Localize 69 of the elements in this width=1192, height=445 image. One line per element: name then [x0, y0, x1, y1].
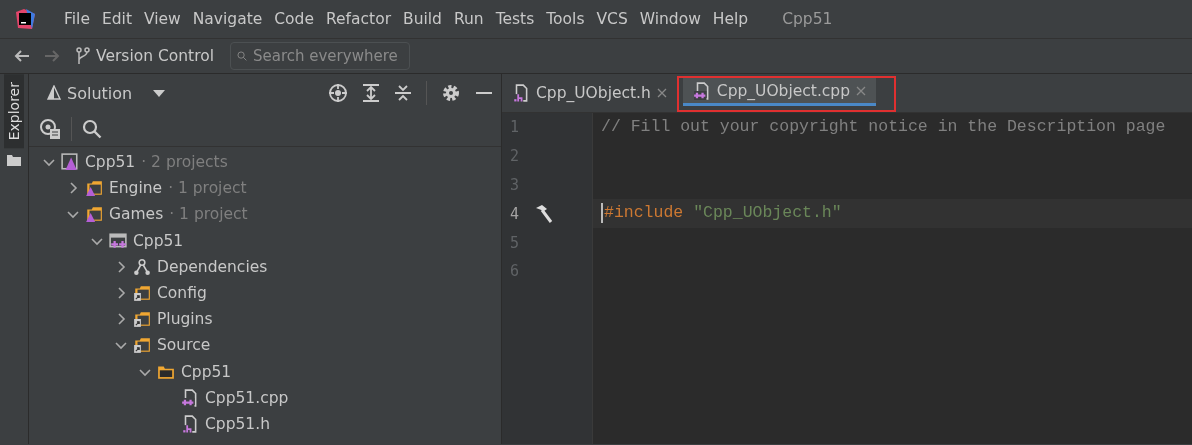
tree-item[interactable]: Cpp51 — [133, 231, 184, 250]
version-control-button[interactable]: Version Control — [96, 47, 214, 65]
linked-folder-icon — [133, 336, 151, 355]
menu-item[interactable]: Help — [706, 10, 755, 28]
cpp-file-icon — [692, 81, 711, 100]
tree-item[interactable]: Cpp51.cpp — [205, 388, 289, 407]
solution-icon — [61, 153, 79, 172]
expand-all-icon[interactable] — [362, 83, 380, 103]
tree-item[interactable]: Dependencies — [157, 257, 268, 276]
cpp-file-icon — [181, 388, 199, 407]
settings-icon[interactable] — [441, 83, 461, 103]
explorer-tab[interactable]: Explorer — [4, 74, 24, 149]
menu-item[interactable]: File — [58, 10, 96, 28]
menu-item[interactable]: Code — [268, 10, 320, 28]
header-file-icon — [512, 84, 530, 102]
line-number: 4 — [509, 204, 521, 223]
branch-icon — [76, 47, 90, 65]
tree-item[interactable]: Config — [157, 284, 207, 303]
expand-chevron-icon[interactable] — [115, 313, 127, 326]
project-folder-icon — [85, 205, 103, 224]
menu-item[interactable]: View — [137, 10, 187, 28]
dropdown-caret-icon — [152, 88, 167, 98]
project-count: · 1 project — [169, 205, 248, 224]
menu-item[interactable]: Edit — [95, 10, 138, 28]
expand-chevron-icon[interactable] — [115, 287, 127, 300]
menu-item[interactable]: Window — [633, 10, 707, 28]
menu-item[interactable]: VCS — [590, 10, 634, 28]
cpp-project-icon — [109, 231, 127, 250]
tree-item[interactable]: Games — [109, 205, 164, 224]
tree-item[interactable]: Cpp51.h — [205, 414, 270, 433]
search-icon[interactable] — [82, 119, 102, 139]
folder-icon[interactable] — [7, 154, 21, 167]
code-token: #include — [604, 203, 684, 223]
menu-item[interactable]: Run — [447, 10, 490, 28]
tree-item[interactable]: Plugins — [157, 310, 213, 329]
dependencies-icon — [133, 257, 151, 276]
linked-folder-icon — [133, 310, 151, 329]
code-token: // Fill out your copyright notice in the Description page — [601, 117, 1166, 136]
project-folder-icon — [85, 179, 103, 198]
menu-item[interactable]: Build — [397, 10, 448, 28]
file-tab[interactable]: Cpp_UObject.h — [502, 74, 677, 112]
project-count: · 2 projects — [141, 153, 228, 172]
menu-item[interactable]: Tools — [540, 10, 591, 28]
tree-item[interactable]: Cpp51 — [85, 153, 136, 172]
expand-chevron-icon[interactable] — [115, 260, 127, 273]
expand-chevron-icon[interactable] — [67, 182, 79, 195]
collapse-chevron-icon[interactable] — [115, 339, 127, 352]
locate-icon[interactable] — [328, 83, 348, 103]
code-token: "Cpp_UObject.h" — [693, 203, 842, 223]
show-files-icon[interactable] — [39, 118, 61, 140]
header-file-icon — [181, 414, 199, 433]
tree-item[interactable]: Cpp51 — [181, 362, 232, 381]
menu-item[interactable]: Refactor — [320, 10, 397, 28]
app-logo — [14, 8, 36, 30]
file-tab[interactable]: Cpp_UObject.cpp — [682, 78, 877, 106]
tree-item[interactable]: Engine — [109, 179, 163, 198]
tree-item[interactable]: Source — [157, 336, 211, 355]
menu-item[interactable]: Navigate — [186, 10, 269, 28]
project-title: Cpp51 — [782, 10, 833, 28]
menu-item[interactable]: Tests — [489, 10, 541, 28]
project-count: · 1 project — [168, 179, 247, 198]
collapse-chevron-icon[interactable] — [67, 208, 79, 221]
collapse-chevron-icon[interactable] — [43, 156, 55, 169]
collapse-all-icon[interactable] — [394, 83, 412, 103]
view-selector[interactable]: Solution — [45, 83, 167, 103]
linked-folder-icon — [133, 284, 151, 303]
close-icon[interactable] — [656, 88, 667, 98]
solution-view-icon — [45, 85, 61, 101]
search-field[interactable]: Search everywhere — [229, 42, 410, 70]
